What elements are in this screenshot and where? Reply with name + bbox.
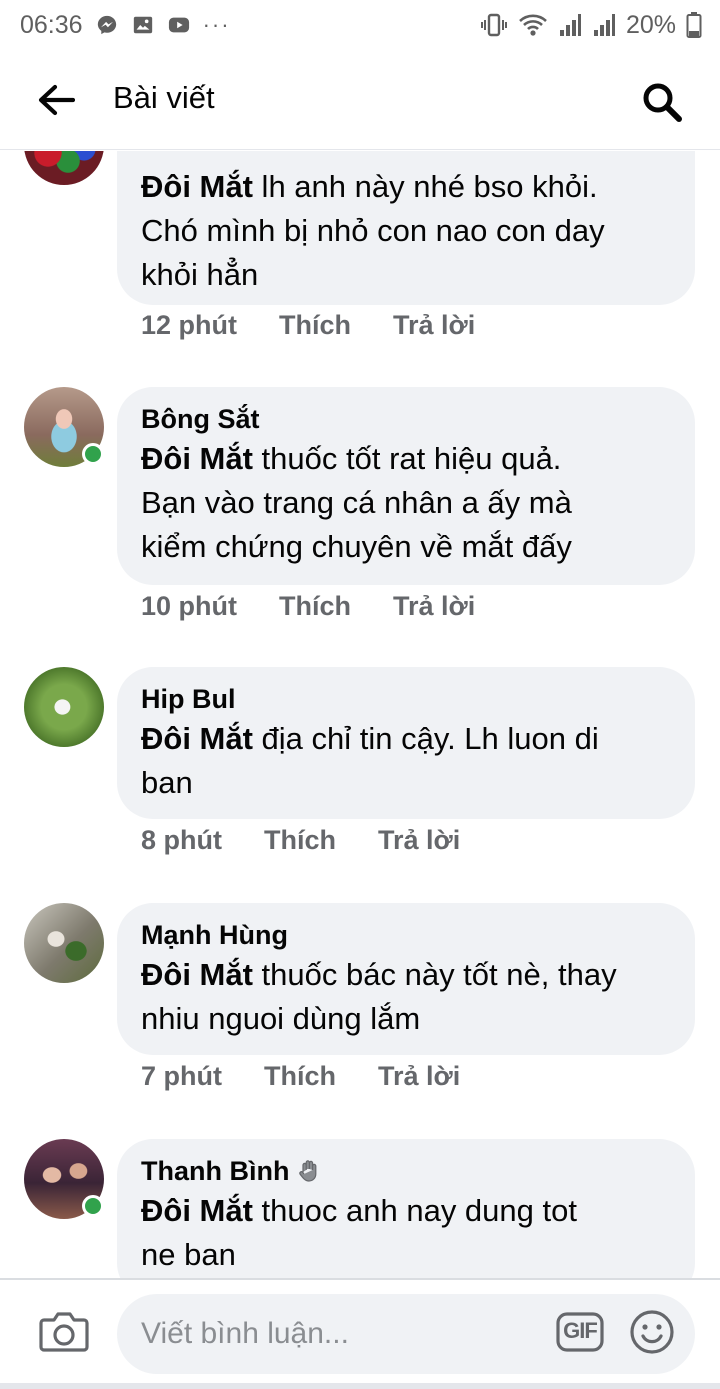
more-icon: ··· xyxy=(202,12,231,37)
comment-text: Đôi Mắt địa chỉ tin cậy. Lh luon di ban xyxy=(141,721,599,800)
comment-list: Đôi Mắt lh anh này nhé bso khỏi. Chó mình… xyxy=(0,151,720,1278)
comment-author[interactable]: Thanh Bình xyxy=(141,1153,669,1189)
gallery-icon xyxy=(133,16,152,34)
search-button[interactable] xyxy=(636,76,688,128)
comment-input[interactable]: Viết bình luận... xyxy=(117,1294,695,1374)
messenger-icon xyxy=(97,15,116,35)
comment-input-placeholder: Viết bình luận... xyxy=(141,1317,349,1350)
comment-actions: 12 phút Thích Trả lời xyxy=(141,310,475,341)
wave-hand-icon xyxy=(299,1160,317,1182)
gif-button[interactable]: GIF xyxy=(556,1310,604,1354)
comment-time[interactable]: 7 phút xyxy=(141,1061,222,1092)
emoji-icon xyxy=(630,1310,674,1354)
comment-text: Đôi Mắt thuoc anh nay dung tot ne ban xyxy=(141,1193,577,1272)
comment-bubble[interactable]: Bông Sắt Đôi Mắt thuốc tốt rat hiệu quả.… xyxy=(117,387,695,585)
like-button[interactable]: Thích xyxy=(279,591,351,622)
camera-icon xyxy=(39,1312,89,1352)
bottom-edge xyxy=(0,1383,720,1389)
battery-percent: 20% xyxy=(625,10,676,39)
gif-label: GIF xyxy=(563,1318,598,1343)
comment-bubble[interactable]: Hip Bul Đôi Mắt địa chỉ tin cậy. Lh luon… xyxy=(117,667,695,819)
comment-time[interactable]: 12 phút xyxy=(141,310,237,341)
like-button[interactable]: Thích xyxy=(279,310,351,341)
status-bar: 06:36 ··· 20% xyxy=(0,0,720,50)
comment-text: Đôi Mắt thuốc bác này tốt nè, thay nhiu n… xyxy=(141,957,617,1036)
mention[interactable]: Đôi Mắt xyxy=(141,957,253,992)
reply-button[interactable]: Trả lời xyxy=(378,825,460,856)
avatar[interactable] xyxy=(24,667,104,747)
vibrate-icon xyxy=(480,13,507,37)
battery-icon xyxy=(686,12,702,38)
status-time: 06:36 xyxy=(20,10,83,39)
page-title: Bài viết xyxy=(113,80,215,115)
mention[interactable]: Đôi Mắt xyxy=(141,441,253,476)
mention[interactable]: Đôi Mắt xyxy=(141,169,253,204)
arrow-left-icon xyxy=(38,84,75,116)
like-button[interactable]: Thích xyxy=(264,1061,336,1092)
top-bar: Bài viết xyxy=(0,50,720,150)
avatar[interactable] xyxy=(24,151,104,185)
online-status-dot xyxy=(82,443,104,465)
comment-actions: 8 phút Thích Trả lời xyxy=(141,825,460,856)
signal-icon xyxy=(593,14,615,36)
online-status-dot xyxy=(82,1195,104,1217)
comment-time[interactable]: 10 phút xyxy=(141,591,237,622)
comment-text: Đôi Mắt lh anh này nhé bso khỏi. Chó mình… xyxy=(141,169,605,292)
comment-time[interactable]: 8 phút xyxy=(141,825,222,856)
comment-text: Đôi Mắt thuốc tốt rat hiệu quả. Bạn vào t… xyxy=(141,441,572,564)
comment-author[interactable]: Mạnh Hùng xyxy=(141,917,669,953)
comment-author[interactable]: Bông Sắt xyxy=(141,401,669,437)
comment-author[interactable]: Hip Bul xyxy=(141,681,669,717)
comment-bubble[interactable]: Thanh Bình Đôi Mắt thuoc anh nay dung to… xyxy=(117,1139,695,1278)
back-button[interactable] xyxy=(34,78,78,122)
mention[interactable]: Đôi Mắt xyxy=(141,721,253,756)
comment-bubble[interactable]: Đôi Mắt lh anh này nhé bso khỏi. Chó mình… xyxy=(117,151,695,305)
comment-composer: Viết bình luận... xyxy=(0,1278,720,1389)
like-button[interactable]: Thích xyxy=(264,825,336,856)
comment-actions: 10 phút Thích Trả lời xyxy=(141,591,475,622)
emoji-button[interactable] xyxy=(628,1308,676,1356)
mention[interactable]: Đôi Mắt xyxy=(141,1193,253,1228)
reply-button[interactable]: Trả lời xyxy=(393,591,475,622)
camera-button[interactable] xyxy=(38,1308,90,1356)
avatar[interactable] xyxy=(24,903,104,983)
signal-icon xyxy=(559,14,581,36)
reply-button[interactable]: Trả lời xyxy=(378,1061,460,1092)
comment-actions: 7 phút Thích Trả lời xyxy=(141,1061,460,1092)
search-icon xyxy=(643,83,682,122)
youtube-icon xyxy=(168,17,189,33)
comment-bubble[interactable]: Mạnh Hùng Đôi Mắt thuốc bác này tốt nè, … xyxy=(117,903,695,1055)
reply-button[interactable]: Trả lời xyxy=(393,310,475,341)
wifi-icon xyxy=(519,14,547,36)
